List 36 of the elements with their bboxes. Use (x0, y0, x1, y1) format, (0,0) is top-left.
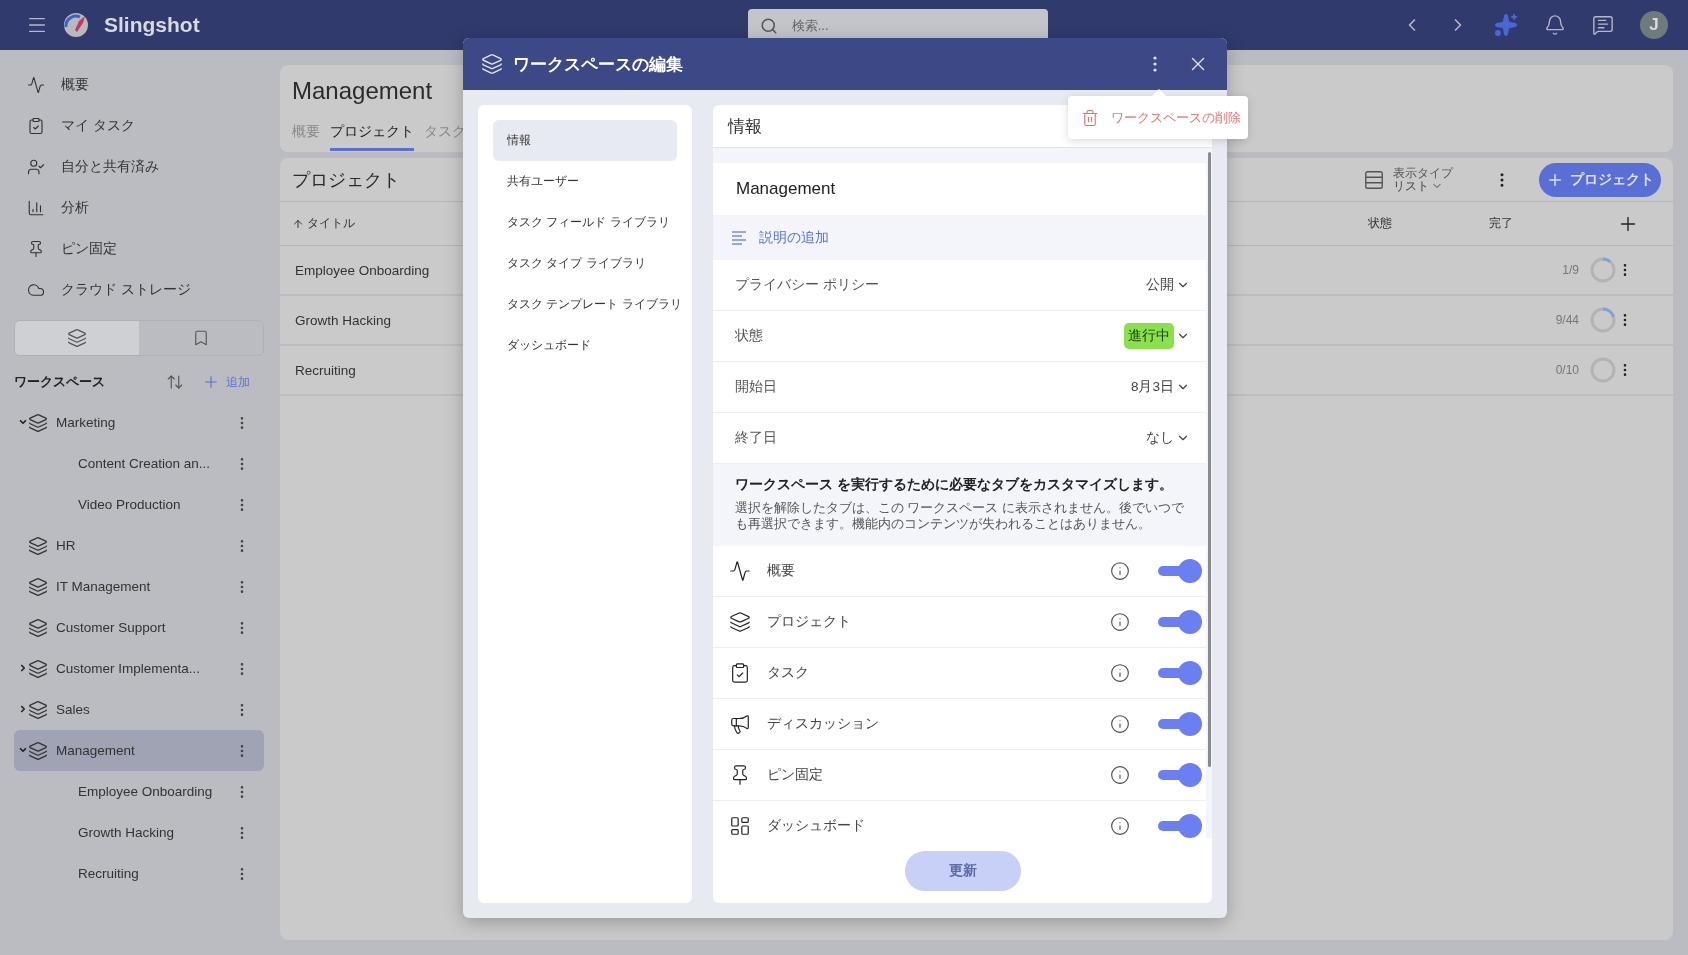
feature-label: プロジェクト (767, 613, 851, 631)
page-title: Management (292, 76, 434, 106)
workspace-name: Customer Implementa... (56, 661, 201, 676)
workspaces-title: ワークスペース (14, 373, 105, 391)
field-label: 状態 (735, 327, 763, 345)
workspace-name: Sales (56, 702, 90, 717)
table-cell: Growth Hacking (295, 312, 392, 328)
feature-label: 概要 (767, 562, 795, 580)
workspace-name: Content Creation an... (78, 456, 211, 471)
feature-label: ダッシュボード (767, 817, 865, 835)
progress-count: 0/10 (1555, 363, 1579, 377)
progress-count: 1/9 (1562, 263, 1579, 277)
brand-name: Slingshot (104, 13, 200, 37)
workspace-title: Management (713, 163, 1206, 215)
field-label: 終了日 (735, 429, 777, 447)
table-cell: Recruiting (295, 362, 356, 378)
feature-label: ディスカッション (767, 715, 879, 733)
workspace-name: Employee Onboarding (78, 784, 213, 799)
workspace-name: HR (56, 538, 76, 553)
workspace-name: Marketing (56, 415, 116, 430)
progress-count: 9/44 (1555, 313, 1579, 327)
dialog-title: ワークスペースの編集 (513, 53, 683, 76)
workspace-name: Video Production (78, 497, 181, 512)
field-label: 開始日 (735, 378, 777, 396)
customize-description: 選択を解除したタブは、この ワークスペース に表示されません。後でいつでも再選択できます。機能内のコンテンツが失われることはありません。 (735, 500, 1185, 532)
workspace-name: Customer Support (56, 620, 166, 635)
table-cell: Employee Onboarding (295, 262, 430, 278)
workspace-name: Management (56, 743, 135, 758)
feature-label: タスク (767, 664, 809, 682)
workspace-name: Recruiting (78, 866, 139, 881)
workspace-name: Growth Hacking (78, 825, 175, 840)
workspace-name: IT Management (56, 579, 151, 594)
field-label: プライバシー ポリシー (735, 276, 879, 294)
section-title: プロジェクト (292, 168, 400, 192)
feature-label: ピン固定 (767, 766, 823, 784)
customize-heading: ワークスペース を実行するために必要なタブをカスタマイズします。 (735, 476, 1174, 494)
